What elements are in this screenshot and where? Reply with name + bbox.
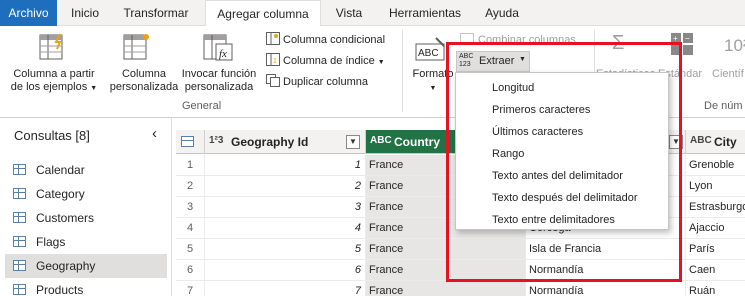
row-number[interactable]: 2 [176,176,205,197]
column-from-examples-icon [39,33,63,60]
column-header-label: City [714,135,737,149]
collapse-pane-icon[interactable]: ‹ [152,125,157,142]
svg-text:fx: fx [219,48,227,60]
tab-home[interactable]: Inicio [62,0,108,26]
queries-pane: Consultas [8] ‹ Calendar Category Custom… [0,118,172,296]
scientific-button[interactable]: Científ [712,68,745,81]
query-item-label: Flags [36,235,66,249]
row-number[interactable]: 4 [176,218,205,239]
queries-title: Consultas [8] [14,128,90,143]
geography-id-cell[interactable]: 2 [205,176,366,197]
invoke-function-button[interactable]: Invocar función personalizada [176,68,262,94]
row-number[interactable]: 6 [176,260,205,281]
chevron-down-icon[interactable]: ▼ [346,135,360,149]
region-cell[interactable]: Normandía [526,281,686,296]
chevron-down-icon: ▼ [429,85,437,92]
query-item-label: Geography [36,259,96,273]
table-icon [13,284,26,295]
column-from-examples-label-1: Columna a partir [13,68,95,80]
query-item-label: Customers [36,211,95,225]
highlight-annotation [446,42,682,282]
group-separator [402,30,403,112]
city-cell[interactable]: Caen [686,260,745,281]
index-column-label: Columna de índice [283,55,375,67]
geography-id-cell[interactable]: 1 [205,155,366,176]
ribbon-tabs: Archivo Inicio Transformar Agregar colum… [0,0,745,27]
svg-text:−: − [685,34,690,43]
table-icon [13,164,26,175]
tab-transform[interactable]: Transformar [114,0,198,26]
geography-id-cell[interactable]: 4 [205,218,366,239]
tab-help[interactable]: Ayuda [476,0,528,26]
text-type-icon: ABC [690,135,712,146]
geography-id-cell[interactable]: 5 [205,239,366,260]
table-menu-header[interactable] [176,130,205,154]
group-numbers-label: De núm [704,100,743,112]
query-item-label: Products [36,283,84,296]
query-item-label: Category [36,187,85,201]
geography-id-cell[interactable]: 6 [205,260,366,281]
duplicate-column-icon [266,74,280,87]
row-number[interactable]: 1 [176,155,205,176]
column-header-label: Country [394,135,440,149]
custom-column-label-1: Columna [121,68,167,80]
table-icon [13,212,26,223]
table-icon [13,188,26,199]
custom-column-label-2: personalizada [109,81,179,93]
query-item-category[interactable]: Category [5,182,167,206]
query-item-flags[interactable]: Flags [5,230,167,254]
format-icon: ABC [415,37,445,61]
row-number[interactable]: 3 [176,197,205,218]
group-general-label: General [182,100,222,112]
conditional-column-button[interactable]: Columna condicional [266,31,385,49]
column-header-geography-id[interactable]: 1²3 Geography Id ▼ [205,130,366,154]
row-number[interactable]: 7 [176,281,205,296]
whole-number-type-icon: 1²3 [209,135,224,146]
index-column-icon: 1 [266,53,280,66]
city-cell[interactable]: Lyon [686,176,745,197]
text-type-icon: ABC [370,135,392,146]
conditional-column-label: Columna condicional [283,34,386,46]
query-item-calendar[interactable]: Calendar [5,158,167,182]
city-cell[interactable]: Grenoble [686,155,745,176]
city-cell[interactable]: París [686,239,745,260]
custom-column-icon [123,34,149,60]
query-item-products[interactable]: Products [5,278,167,296]
chevron-down-icon: ▼ [90,85,98,92]
query-item-geography[interactable]: Geography [5,254,167,278]
scientific-icon: 10² [724,36,745,55]
table-icon [13,236,26,247]
tab-tools[interactable]: Herramientas [382,0,468,26]
column-header-label: Geography Id [231,135,309,149]
city-cell[interactable]: Ajaccio [686,218,745,239]
row-number[interactable]: 5 [176,239,205,260]
table-icon [181,136,194,147]
country-cell[interactable]: France [366,281,526,296]
tab-file[interactable]: Archivo [0,0,57,26]
duplicate-column-label: Duplicar columna [283,76,368,88]
invoke-function-label-1: Invocar función [181,68,257,80]
tab-view[interactable]: Vista [328,0,370,26]
duplicate-column-button[interactable]: Duplicar columna [266,73,368,91]
query-item-customers[interactable]: Customers [5,206,167,230]
geography-id-cell[interactable]: 3 [205,197,366,218]
query-item-label: Calendar [36,163,85,177]
city-cell[interactable]: Ruán [686,281,745,296]
geography-id-cell[interactable]: 7 [205,281,366,296]
column-header-city[interactable]: ABC City [686,130,745,154]
column-from-examples-button[interactable]: Columna a partir de los ejemplos ▼ [4,68,104,95]
svg-text:ABC: ABC [418,48,439,59]
invoke-function-icon: fx [203,34,233,61]
conditional-column-icon [266,32,280,45]
table-icon [13,260,26,271]
svg-text:1: 1 [273,58,277,65]
chevron-down-icon: ▼ [377,59,385,66]
city-cell[interactable]: Estrasburgo [686,197,745,218]
column-from-examples-label-2: de los ejemplos [10,81,88,93]
custom-column-button[interactable]: Columna personalizada [108,68,180,94]
index-column-button[interactable]: 1 Columna de índice ▼ [266,52,385,70]
tab-add-column[interactable]: Agregar columna [205,0,321,27]
invoke-function-label-2: personalizada [184,81,254,93]
